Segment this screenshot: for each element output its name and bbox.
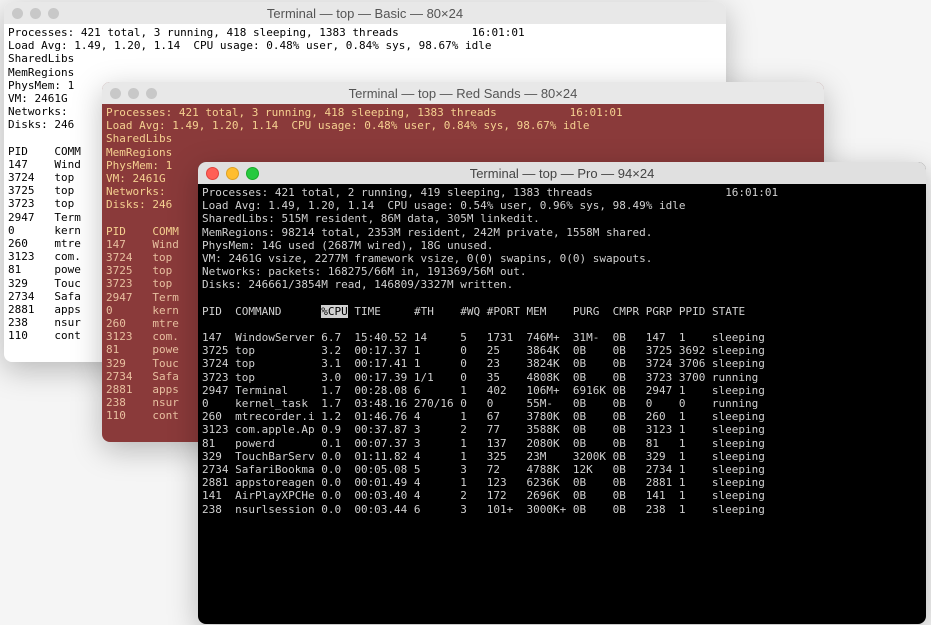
traffic-lights	[206, 167, 259, 180]
clock: 16:01:01	[570, 106, 623, 119]
terminal-window-pro[interactable]: Terminal — top — Pro — 94×24 Processes: …	[198, 162, 926, 624]
processes-line: Processes: 421 total, 3 running, 418 sle…	[106, 106, 497, 119]
process-rows: 147 WindowServer 6.7 15:40.52 14 5 1731 …	[202, 331, 765, 515]
minimize-icon[interactable]	[128, 88, 139, 99]
window-title: Terminal — top — Pro — 94×24	[206, 166, 918, 181]
vm-line: VM: 2461G vsize, 2277M framework vsize, …	[202, 252, 652, 265]
sort-column-highlight: %CPU	[321, 305, 348, 318]
window-title: Terminal — top — Basic — 80×24	[12, 6, 718, 21]
processes-line: Processes: 421 total, 3 running, 418 sle…	[8, 26, 399, 39]
networks-line: Networks: packets: 168275/66M in, 191369…	[202, 265, 527, 278]
terminal-content[interactable]: Processes: 421 total, 2 running, 419 sle…	[198, 184, 926, 518]
sharedlibs-line: SharedLibs	[8, 52, 74, 65]
load-line: Load Avg: 1.49, 1.20, 1.14 CPU usage: 0.…	[202, 199, 685, 212]
maximize-icon[interactable]	[246, 167, 259, 180]
disks-line: Disks: 246	[106, 198, 172, 211]
window-title: Terminal — top — Red Sands — 80×24	[110, 86, 816, 101]
memregions-line: MemRegions	[106, 146, 172, 159]
table-header: PID COMM	[8, 145, 81, 158]
load-line: Load Avg: 1.49, 1.20, 1.14 CPU usage: 0.…	[8, 39, 491, 52]
sharedlibs-line: SharedLibs: 515M resident, 86M data, 305…	[202, 212, 540, 225]
physmem-line: PhysMem: 14G used (2687M wired), 18G unu…	[202, 239, 493, 252]
networks-line: Networks:	[8, 105, 68, 118]
physmem-line: PhysMem: 1	[106, 159, 172, 172]
disks-line: Disks: 246661/3854M read, 146809/3327M w…	[202, 278, 513, 291]
titlebar[interactable]: Terminal — top — Basic — 80×24	[4, 2, 726, 24]
traffic-lights	[12, 8, 59, 19]
clock: 16:01:01	[472, 26, 525, 39]
minimize-icon[interactable]	[226, 167, 239, 180]
vm-line: VM: 2461G	[106, 172, 166, 185]
maximize-icon[interactable]	[48, 8, 59, 19]
titlebar[interactable]: Terminal — top — Pro — 94×24	[198, 162, 926, 184]
memregions-line: MemRegions: 98214 total, 2353M resident,…	[202, 226, 652, 239]
vm-line: VM: 2461G	[8, 92, 68, 105]
process-rows: 147 Wind 3724 top 3725 top 3723 top 2947…	[106, 238, 179, 422]
close-icon[interactable]	[12, 8, 23, 19]
networks-line: Networks:	[106, 185, 166, 198]
memregions-line: MemRegions	[8, 66, 74, 79]
processes-line: Processes: 421 total, 2 running, 419 sle…	[202, 186, 593, 199]
physmem-line: PhysMem: 1	[8, 79, 74, 92]
close-icon[interactable]	[206, 167, 219, 180]
titlebar[interactable]: Terminal — top — Red Sands — 80×24	[102, 82, 824, 104]
disks-line: Disks: 246	[8, 118, 74, 131]
traffic-lights	[110, 88, 157, 99]
table-header: PID COMM	[106, 225, 179, 238]
process-rows: 147 Wind 3724 top 3725 top 3723 top 2947…	[8, 158, 81, 342]
clock: 16:01:01	[725, 186, 778, 199]
close-icon[interactable]	[110, 88, 121, 99]
minimize-icon[interactable]	[30, 8, 41, 19]
maximize-icon[interactable]	[146, 88, 157, 99]
sharedlibs-line: SharedLibs	[106, 132, 172, 145]
table-header: PID COMMAND %CPU TIME #TH #WQ #PORT MEM …	[202, 305, 765, 318]
load-line: Load Avg: 1.49, 1.20, 1.14 CPU usage: 0.…	[106, 119, 589, 132]
